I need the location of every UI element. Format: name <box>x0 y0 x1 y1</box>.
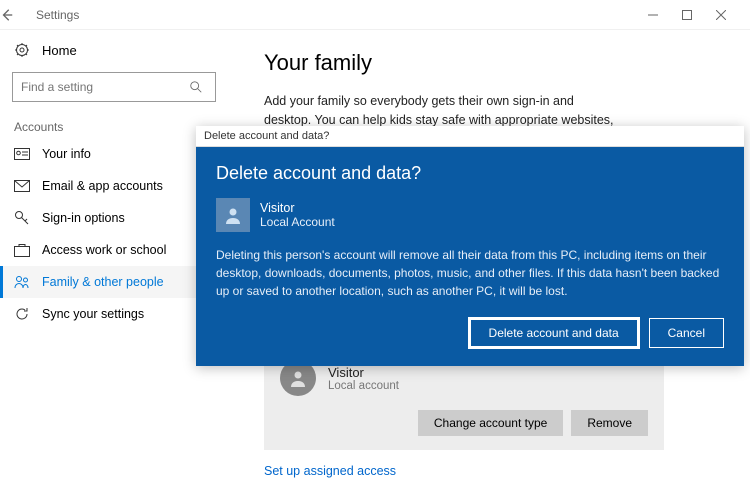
sidebar-item-family[interactable]: Family & other people <box>0 266 228 298</box>
close-button[interactable] <box>716 10 750 20</box>
search-icon <box>189 80 215 94</box>
assigned-access-link[interactable]: Set up assigned access <box>264 464 396 478</box>
back-button[interactable] <box>0 8 30 22</box>
delete-account-dialog: Delete account and data? Delete account … <box>196 126 744 366</box>
minimize-button[interactable] <box>648 10 682 20</box>
search-input[interactable] <box>13 80 189 94</box>
sidebar-item-signin[interactable]: Sign-in options <box>0 202 228 234</box>
nav-label: Sign-in options <box>42 211 125 225</box>
people-icon <box>14 274 30 290</box>
sync-icon <box>14 306 30 322</box>
home-label: Home <box>42 43 77 58</box>
briefcase-icon <box>14 242 30 258</box>
delete-confirm-button[interactable]: Delete account and data <box>469 318 639 348</box>
user-type: Local account <box>328 380 399 392</box>
nav-label: Sync your settings <box>42 307 144 321</box>
change-account-type-button[interactable]: Change account type <box>418 410 563 436</box>
nav-label: Email & app accounts <box>42 179 163 193</box>
maximize-icon <box>682 10 692 20</box>
dialog-message: Deleting this person's account will remo… <box>216 246 724 300</box>
maximize-button[interactable] <box>682 10 716 20</box>
sidebar-item-sync[interactable]: Sync your settings <box>0 298 228 330</box>
dialog-user-type: Local Account <box>260 215 335 229</box>
dialog-avatar <box>216 198 250 232</box>
person-card-icon <box>14 146 30 162</box>
nav-label: Family & other people <box>42 275 164 289</box>
key-icon <box>14 210 30 226</box>
dialog-heading: Delete account and data? <box>216 163 724 184</box>
nav-label: Access work or school <box>42 243 166 257</box>
close-icon <box>716 10 726 20</box>
cancel-button[interactable]: Cancel <box>649 318 724 348</box>
section-header: Accounts <box>0 110 228 138</box>
dialog-user-name: Visitor <box>260 201 335 215</box>
dialog-titlebar: Delete account and data? <box>196 126 744 147</box>
search-box[interactable] <box>12 72 216 102</box>
sidebar-item-work[interactable]: Access work or school <box>0 234 228 266</box>
user-name: Visitor <box>328 365 399 380</box>
person-icon <box>223 205 243 225</box>
sidebar-item-your-info[interactable]: Your info <box>0 138 228 170</box>
arrow-left-icon <box>0 8 14 22</box>
gear-icon <box>14 42 30 58</box>
titlebar: Settings <box>0 0 750 30</box>
remove-button[interactable]: Remove <box>571 410 648 436</box>
sidebar: Home Accounts Your info Email & app acco… <box>0 30 228 500</box>
page-heading: Your family <box>264 50 714 76</box>
window-title: Settings <box>30 8 648 22</box>
nav-label: Your info <box>42 147 91 161</box>
sidebar-item-email[interactable]: Email & app accounts <box>0 170 228 202</box>
home-nav[interactable]: Home <box>0 36 228 64</box>
person-icon <box>288 368 308 388</box>
minimize-icon <box>648 10 658 20</box>
mail-icon <box>14 178 30 194</box>
